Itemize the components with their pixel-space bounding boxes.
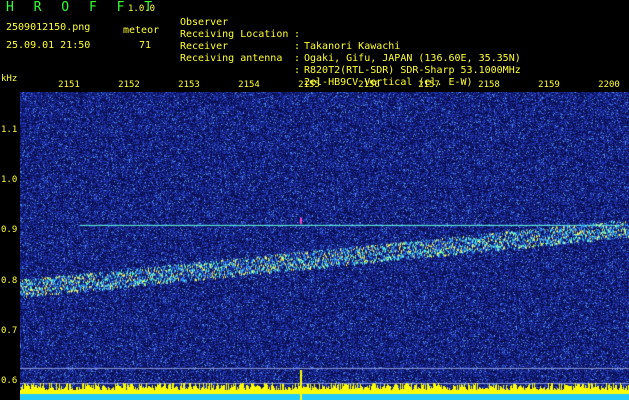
info-value: Ogaki, Gifu, JAPAN (136.60E, 35.35N) (304, 53, 521, 64)
info-value: Takanori Kawachi (304, 41, 401, 52)
time-tick-label: 2152 (118, 80, 140, 90)
time-tick-label: 2154 (238, 80, 260, 90)
freq-axis-strip (0, 92, 20, 400)
freq-tick-label: 0.8 (1, 275, 18, 286)
date-time: 25.09.01 21:50 (6, 40, 91, 51)
time-tick-label: 2158 (478, 80, 500, 90)
info-row-receiver: Receiver : R820T2(RTL-SDR) SDR-Sharp 53.… (180, 29, 521, 76)
info-row-observer: Observer : Takanori Kawachi (180, 5, 400, 52)
app-version: 1.0.0 (128, 4, 156, 14)
freq-tick-label: 1.0 (1, 175, 18, 186)
info-key: Receiving antenna (180, 53, 283, 64)
file-name: 2509012150.png (6, 22, 91, 33)
freq-tick-label: 0.6 (1, 376, 18, 386)
header-panel: H R O F F T 1.0.0 2509012150.png meteor … (0, 0, 629, 88)
time-tick-label: 2151 (58, 80, 80, 90)
time-tick-label: 2200 (598, 80, 620, 90)
info-sep: : (294, 29, 301, 40)
time-tick-label: 2157 (418, 80, 440, 90)
freq-tick-label: 1.1 (1, 125, 18, 135)
info-sep: : (294, 65, 301, 76)
time-tick-label: 2153 (178, 80, 200, 90)
meteor-count: 71 (139, 40, 152, 51)
spectrogram (20, 92, 629, 400)
info-row-antenna: Receiving antenna : 2el-HB9CV Vertical (… (180, 41, 473, 88)
time-tick-label: 2155 (298, 80, 320, 90)
freq-tick-label: 0.7 (1, 325, 18, 336)
info-value: 2el-HB9CV Vertical (el. E-W) (304, 77, 473, 88)
info-value: R820T2(RTL-SDR) SDR-Sharp 53.1000MHz (304, 65, 521, 76)
time-tick-label: 2159 (538, 80, 560, 90)
meteor-label: meteor (123, 25, 160, 36)
info-sep: : (294, 41, 301, 52)
info-sep: : (294, 53, 301, 64)
info-row-location: Receiving Location : Ogaki, Gifu, JAPAN … (180, 17, 521, 64)
y-unit-label: kHz (1, 74, 18, 84)
time-tick-label: 2156 (358, 80, 380, 90)
freq-tick-label: 0.9 (1, 225, 18, 236)
